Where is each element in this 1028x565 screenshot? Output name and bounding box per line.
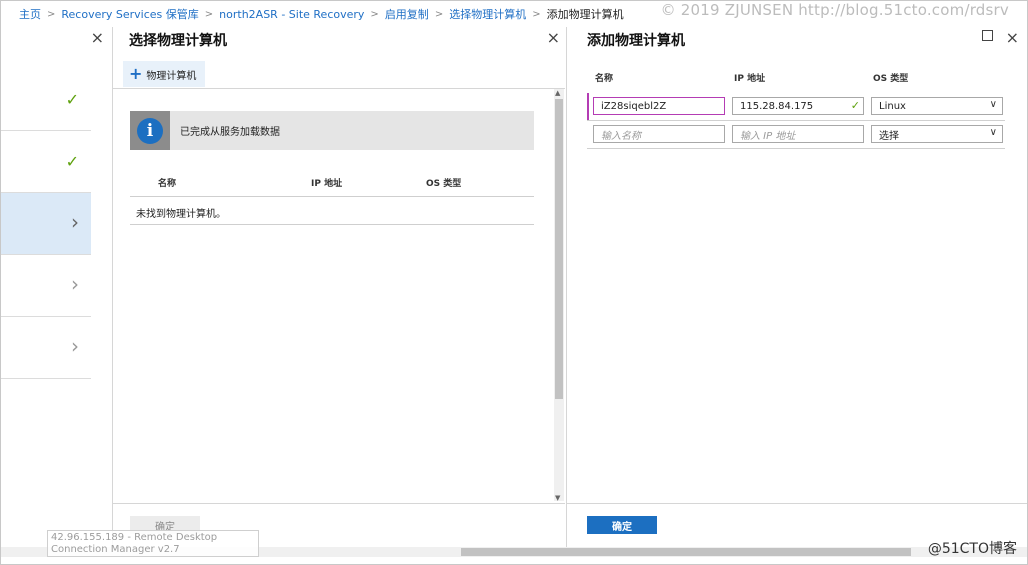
scrollbar-thumb[interactable] <box>555 99 563 399</box>
breadcrumb-separator-icon: > <box>370 8 379 20</box>
info-icon: i <box>137 117 163 144</box>
chevron-down-icon: ∨ <box>989 99 997 110</box>
column-header-os: OS 类型 <box>873 74 909 84</box>
checkmark-icon: ✓ <box>65 90 79 109</box>
chevron-right-icon: › <box>71 272 79 296</box>
breadcrumb-select-machines[interactable]: 选择物理计算机 <box>449 6 526 22</box>
rdp-tooltip: 42.96.155.189 - Remote Desktop Connectio… <box>47 530 259 557</box>
chevron-right-icon: › <box>71 210 79 234</box>
scroll-down-arrow-icon[interactable]: ▼ <box>555 494 560 502</box>
chevron-down-icon: ∨ <box>989 127 997 138</box>
step-item[interactable]: ✓ <box>1 131 91 193</box>
portal-window: 主页 > Recovery Services 保管库 > north2ASR -… <box>0 0 1028 565</box>
step-item-selected[interactable]: › <box>1 193 91 255</box>
ip-value: 115.28.84.175 <box>740 100 814 112</box>
ip-input-empty[interactable]: 输入 IP 地址 <box>732 125 864 143</box>
table-header: 名称 IP 地址 OS 类型 <box>130 171 534 197</box>
info-banner: i 已完成从服务加载数据 <box>130 111 534 150</box>
column-header-ip[interactable]: IP 地址 <box>311 176 342 189</box>
close-icon[interactable]: × <box>91 28 104 47</box>
steps-blade: × ✓ ✓ › › › <box>1 27 113 547</box>
machine-row: iZ28siqebl2Z 115.28.84.175 ✓ Linux ∨ <box>587 93 1005 121</box>
name-placeholder: 输入名称 <box>601 130 641 142</box>
column-header-os[interactable]: OS 类型 <box>426 176 461 189</box>
breadcrumb-vault[interactable]: Recovery Services 保管库 <box>61 6 198 22</box>
ip-placeholder: 输入 IP 地址 <box>740 130 796 142</box>
footer-divider <box>567 503 1027 504</box>
os-type-select-empty[interactable]: 选择 ∨ <box>871 125 1003 143</box>
brand-logo: @51CTO博客 <box>927 541 1017 557</box>
info-message: 已完成从服务加载数据 <box>180 127 280 138</box>
scroll-up-arrow-icon[interactable]: ▲ <box>555 89 560 97</box>
valid-checkmark-icon: ✓ <box>850 99 860 112</box>
breadcrumb-home[interactable]: 主页 <box>19 6 41 22</box>
vertical-scrollbar[interactable]: ▲ ▼ <box>554 89 564 502</box>
breadcrumb-enable-replication[interactable]: 启用复制 <box>385 6 429 22</box>
watermark: © 2019 ZJUNSEN http://blog.51cto.com/rds… <box>660 1 1009 19</box>
os-select-value: 选择 <box>879 130 899 142</box>
divider <box>113 88 565 89</box>
plus-icon: + <box>129 64 143 83</box>
column-header-name[interactable]: 名称 <box>158 176 176 189</box>
name-value: iZ28siqebl2Z <box>601 100 667 112</box>
name-input-empty[interactable]: 输入名称 <box>593 125 725 143</box>
grid-header: 名称 IP 地址 OS 类型 <box>589 71 1009 89</box>
breadcrumb-separator-icon: > <box>204 8 214 20</box>
name-input[interactable]: iZ28siqebl2Z <box>593 97 725 115</box>
step-item[interactable]: ✓ <box>1 69 91 131</box>
breadcrumb-separator-icon: > <box>434 8 444 20</box>
breadcrumb-current: 添加物理计算机 <box>546 8 624 21</box>
breadcrumb-site-recovery[interactable]: north2ASR - Site Recovery <box>219 8 364 21</box>
os-value: Linux <box>879 100 906 112</box>
step-item[interactable]: › <box>1 317 91 379</box>
select-machines-blade: 选择物理计算机 × + 物理计算机 i 已完成从服务加载数据 名称 IP 地址 … <box>113 27 567 547</box>
blade-title: 选择物理计算机 <box>129 33 227 49</box>
maximize-icon[interactable] <box>982 30 993 41</box>
add-machine-blade: 添加物理计算机 × 名称 IP 地址 OS 类型 iZ28siqebl2Z 11… <box>567 27 1027 547</box>
scrollbar-thumb[interactable] <box>461 548 911 556</box>
add-physical-machine-button[interactable]: + 物理计算机 <box>123 61 205 87</box>
close-icon[interactable]: × <box>1006 28 1019 47</box>
column-header-name: 名称 <box>595 74 614 84</box>
column-header-ip: IP 地址 <box>734 74 766 84</box>
blade-title: 添加物理计算机 <box>587 33 685 49</box>
add-button-label: 物理计算机 <box>146 70 197 82</box>
step-item[interactable]: › <box>1 255 91 317</box>
os-type-select[interactable]: Linux ∨ <box>871 97 1003 115</box>
ip-input[interactable]: 115.28.84.175 ✓ <box>732 97 864 115</box>
empty-table-message: 未找到物理计算机。 <box>130 198 534 225</box>
chevron-right-icon: › <box>71 334 79 358</box>
close-icon[interactable]: × <box>547 28 560 47</box>
footer-divider <box>113 503 565 504</box>
machine-row-new: 输入名称 输入 IP 地址 选择 ∨ <box>587 121 1005 149</box>
confirm-button[interactable]: 确定 <box>587 516 657 534</box>
info-icon-container: i <box>130 111 170 150</box>
breadcrumb-separator-icon: > <box>532 8 541 20</box>
breadcrumb-separator-icon: > <box>47 8 56 20</box>
checkmark-icon: ✓ <box>65 152 79 171</box>
